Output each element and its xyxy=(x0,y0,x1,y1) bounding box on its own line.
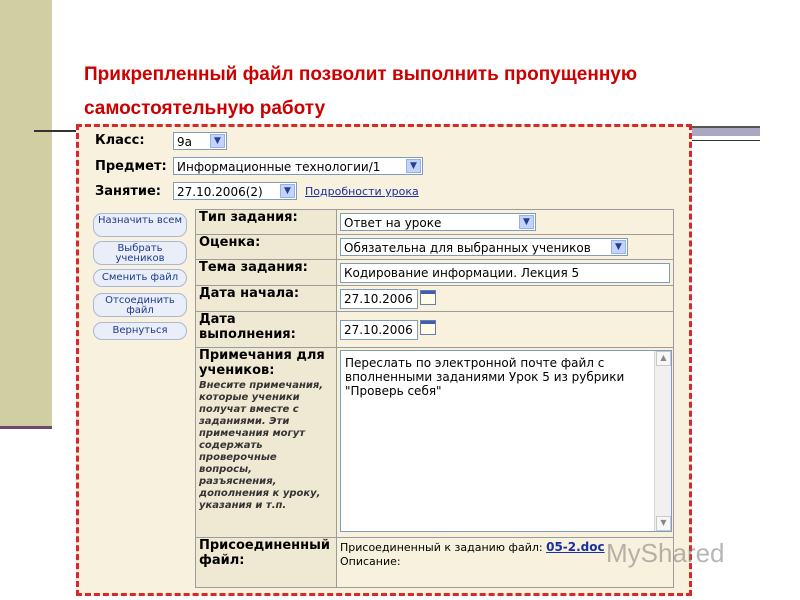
notes-label: Примечания для учеников: xyxy=(199,348,325,378)
watermark: MyShared xyxy=(606,538,725,568)
grade-label: Оценка: xyxy=(195,234,337,260)
lesson-value: 27.10.2006(2) xyxy=(177,185,263,199)
chevron-down-icon[interactable]: ▼ xyxy=(210,134,225,148)
grade-value: Обязательна для выбранных учеников xyxy=(344,241,591,255)
return-button[interactable]: Вернуться xyxy=(93,322,187,340)
slide-title: Прикрепленный файл позволит выполнить пр… xyxy=(84,64,638,119)
attached-file-link[interactable]: 05-2.doc xyxy=(546,540,605,554)
detach-file-button[interactable]: Отсоединить файл xyxy=(93,293,187,317)
class-label: Класс: xyxy=(95,133,145,148)
start-date-input[interactable]: 27.10.2006 xyxy=(340,289,418,309)
chevron-down-icon[interactable]: ▼ xyxy=(280,184,295,198)
topic-label: Тема задания: xyxy=(195,259,337,286)
subject-select[interactable]: Информационные технологии/1 ▼ xyxy=(173,157,423,175)
calendar-icon[interactable] xyxy=(420,290,436,305)
due-date-label: Дата выполнения: xyxy=(195,311,337,348)
decor-bar-right xyxy=(690,126,760,136)
subject-value: Информационные технологии/1 xyxy=(177,160,381,174)
due-date-input[interactable]: 27.10.2006 xyxy=(340,320,418,340)
assignment-form: Тип задания: Ответ на уроке ▼ Оценка: Об… xyxy=(195,209,674,588)
lesson-details-link[interactable]: Подробности урока xyxy=(305,185,419,198)
notes-textarea[interactable]: Переслать по электронной почте файл с вп… xyxy=(340,350,672,532)
due-date-cell: 27.10.2006 xyxy=(336,311,674,348)
attached-file-label: Присоединенный файл: xyxy=(195,537,337,588)
notes-text: Переслать по электронной почте файл с вп… xyxy=(345,356,625,398)
lesson-label: Занятие: xyxy=(95,184,161,199)
chevron-down-icon[interactable]: ▼ xyxy=(611,240,626,254)
grade-select[interactable]: Обязательна для выбранных учеников ▼ xyxy=(340,238,628,256)
change-file-button[interactable]: Сменить файл xyxy=(93,269,187,287)
assignment-panel: Класс: 9а ▼ Предмет: Информационные техн… xyxy=(76,124,692,596)
chevron-down-icon[interactable]: ▼ xyxy=(406,159,421,173)
subject-label: Предмет: xyxy=(95,159,167,174)
decor-line-right xyxy=(690,140,760,141)
topic-input[interactable]: Кодирование информации. Лекция 5 xyxy=(340,263,670,283)
assign-all-button[interactable]: Назначить всем xyxy=(93,213,187,237)
start-date-cell: 27.10.2006 xyxy=(336,285,674,312)
topic-cell: Кодирование информации. Лекция 5 xyxy=(336,259,674,286)
scroll-down-icon[interactable]: ▼ xyxy=(656,516,671,531)
description-label: Описание: xyxy=(340,555,401,568)
start-date-label: Дата начала: xyxy=(195,285,337,312)
task-type-select[interactable]: Ответ на уроке ▼ xyxy=(340,213,536,231)
left-decor-bar xyxy=(0,0,52,428)
scroll-up-icon[interactable]: ▲ xyxy=(656,351,671,366)
left-decor-line xyxy=(0,426,52,429)
task-type-cell: Ответ на уроке ▼ xyxy=(336,209,674,235)
task-type-label: Тип задания: xyxy=(195,209,337,235)
grade-cell: Обязательна для выбранных учеников ▼ xyxy=(336,234,674,260)
attached-file-text: Присоединенный к заданию файл: xyxy=(340,541,543,554)
select-students-button[interactable]: Выбрать учеников xyxy=(93,241,187,265)
class-value: 9а xyxy=(177,135,192,149)
class-select[interactable]: 9а ▼ xyxy=(173,132,227,150)
scrollbar[interactable]: ▲ ▼ xyxy=(654,351,671,531)
notes-cell: Переслать по электронной почте файл с вп… xyxy=(336,347,674,538)
notes-label-cell: Примечания для учеников: Внесите примеча… xyxy=(195,347,337,538)
lesson-select[interactable]: 27.10.2006(2) ▼ xyxy=(173,182,297,200)
notes-hint: Внесите примечания, которые ученики полу… xyxy=(199,380,324,511)
calendar-icon[interactable] xyxy=(420,320,436,335)
task-type-value: Ответ на уроке xyxy=(344,216,442,230)
chevron-down-icon[interactable]: ▼ xyxy=(519,215,534,229)
